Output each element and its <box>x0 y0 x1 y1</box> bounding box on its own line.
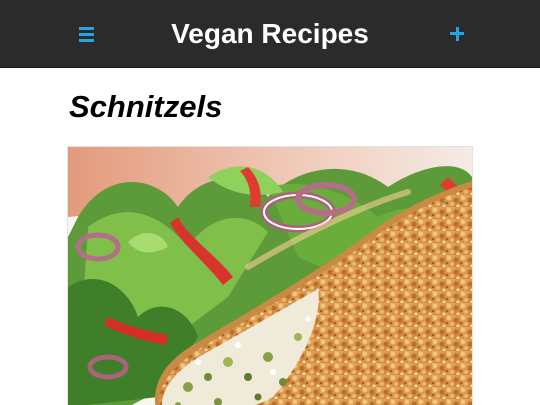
app-screen: Vegan Recipes Schnitzels <box>0 0 540 405</box>
schnitzel-photo <box>68 147 472 405</box>
recipe-title: Schnitzels <box>69 89 223 124</box>
hamburger-menu-icon[interactable] <box>72 18 102 48</box>
recipe-image[interactable] <box>67 146 473 405</box>
plus-icon[interactable] <box>441 18 473 50</box>
app-title: Vegan Recipes <box>171 18 369 49</box>
top-app-bar: Vegan Recipes <box>0 0 540 68</box>
